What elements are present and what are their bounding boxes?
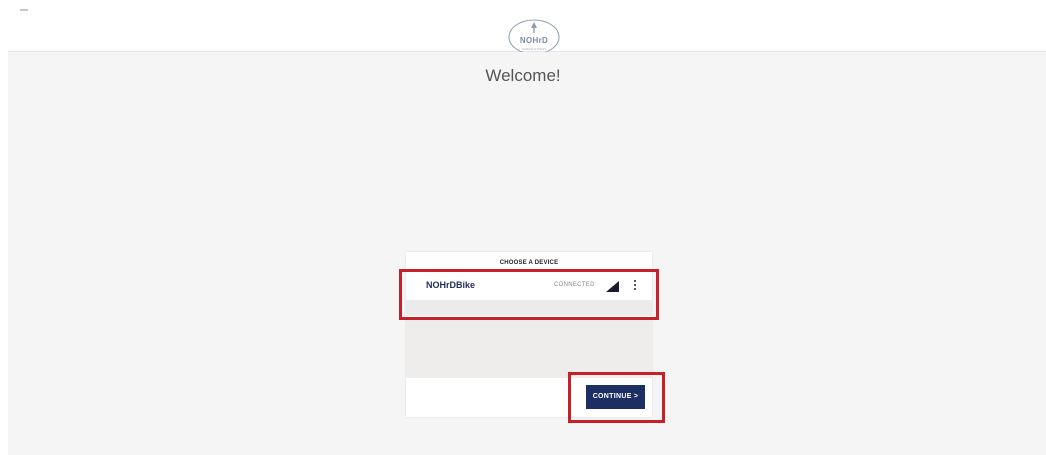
device-status: CONNECTED — [554, 282, 595, 288]
brand-logo: NOHrD SWEDE FITNESS — [506, 17, 562, 55]
page-title: Welcome! — [485, 66, 561, 85]
signal-strength-icon — [606, 281, 619, 292]
continue-button[interactable]: CONTINUE > — [586, 385, 645, 409]
device-chooser-title: CHOOSE A DEVICE — [499, 260, 559, 266]
list-separator — [406, 300, 652, 316]
logo-subtext: SWEDE FITNESS — [521, 47, 547, 51]
top-bar: NOHrD SWEDE FITNESS — [8, 9, 1046, 55]
device-list-empty-area — [406, 318, 652, 378]
device-name: NOHrDBike — [426, 280, 476, 290]
app-window: NOHrD SWEDE FITNESS Welcome! CHOOSE A DE… — [0, 0, 1046, 455]
device-list-item[interactable]: NOHrDBike CONNECTED — [406, 270, 652, 300]
menu-mark[interactable] — [20, 9, 28, 11]
logo-text: NOHrD — [519, 36, 549, 45]
more-vert-icon[interactable] — [632, 279, 638, 293]
device-chooser-card: CHOOSE A DEVICE NOHrDBike CONNECTED CONT… — [406, 252, 652, 417]
card-footer: CONTINUE > — [406, 378, 652, 417]
